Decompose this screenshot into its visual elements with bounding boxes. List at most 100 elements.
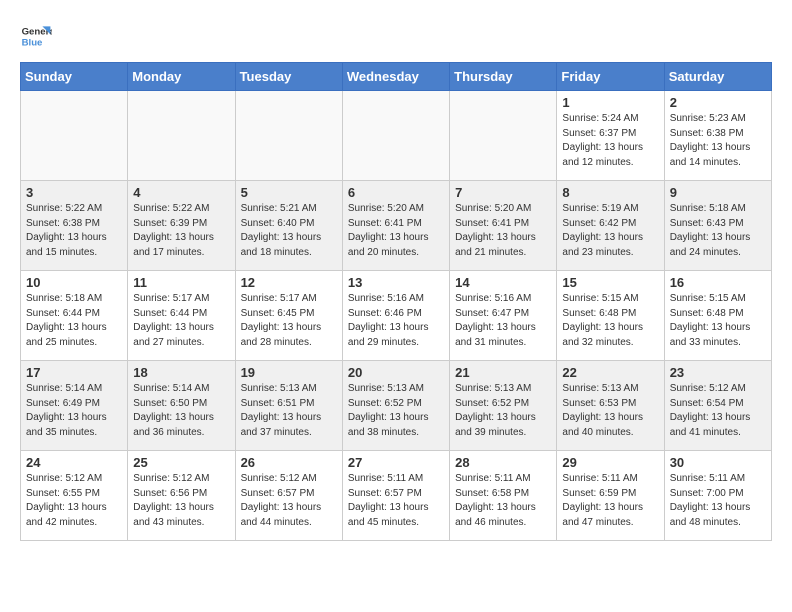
calendar-cell: 3 Sunrise: 5:22 AM Sunset: 6:38 PM Daylig… [21,181,128,271]
col-header-tuesday: Tuesday [235,63,342,91]
day-number: 29 [562,455,658,470]
col-header-saturday: Saturday [664,63,771,91]
calendar-cell: 6 Sunrise: 5:20 AM Sunset: 6:41 PM Daylig… [342,181,449,271]
day-info: Sunrise: 5:11 AM Sunset: 6:59 PM Dayligh… [562,472,658,530]
day-info: Sunrise: 5:14 AM Sunset: 6:49 PM Dayligh… [26,382,122,440]
calendar-cell: 11 Sunrise: 5:17 AM Sunset: 6:44 PM Dayli… [128,271,235,361]
col-header-thursday: Thursday [450,63,557,91]
day-number: 18 [133,365,229,380]
day-info: Sunrise: 5:15 AM Sunset: 6:48 PM Dayligh… [562,292,658,350]
day-info: Sunrise: 5:13 AM Sunset: 6:52 PM Dayligh… [348,382,444,440]
calendar-cell: 25 Sunrise: 5:12 AM Sunset: 6:56 PM Dayli… [128,451,235,541]
day-number: 11 [133,275,229,290]
day-info: Sunrise: 5:18 AM Sunset: 6:43 PM Dayligh… [670,202,766,260]
day-number: 24 [26,455,122,470]
day-number: 26 [241,455,337,470]
calendar-cell [235,91,342,181]
day-info: Sunrise: 5:22 AM Sunset: 6:38 PM Dayligh… [26,202,122,260]
day-info: Sunrise: 5:19 AM Sunset: 6:42 PM Dayligh… [562,202,658,260]
day-number: 28 [455,455,551,470]
calendar-cell [450,91,557,181]
day-number: 25 [133,455,229,470]
day-number: 13 [348,275,444,290]
day-info: Sunrise: 5:23 AM Sunset: 6:38 PM Dayligh… [670,112,766,170]
day-info: Sunrise: 5:16 AM Sunset: 6:46 PM Dayligh… [348,292,444,350]
day-number: 19 [241,365,337,380]
calendar-cell: 29 Sunrise: 5:11 AM Sunset: 6:59 PM Dayli… [557,451,664,541]
day-number: 27 [348,455,444,470]
col-header-friday: Friday [557,63,664,91]
day-number: 16 [670,275,766,290]
calendar-cell: 9 Sunrise: 5:18 AM Sunset: 6:43 PM Daylig… [664,181,771,271]
day-info: Sunrise: 5:11 AM Sunset: 6:58 PM Dayligh… [455,472,551,530]
day-info: Sunrise: 5:12 AM Sunset: 6:55 PM Dayligh… [26,472,122,530]
calendar-cell: 1Sunrise: 5:24 AM Sunset: 6:37 PM Daylig… [557,91,664,181]
day-info: Sunrise: 5:13 AM Sunset: 6:52 PM Dayligh… [455,382,551,440]
day-info: Sunrise: 5:12 AM Sunset: 6:57 PM Dayligh… [241,472,337,530]
day-number: 4 [133,185,229,200]
calendar-cell: 12 Sunrise: 5:17 AM Sunset: 6:45 PM Dayli… [235,271,342,361]
calendar-cell [342,91,449,181]
day-number: 30 [670,455,766,470]
calendar-cell: 8 Sunrise: 5:19 AM Sunset: 6:42 PM Daylig… [557,181,664,271]
calendar-cell: 16 Sunrise: 5:15 AM Sunset: 6:48 PM Dayli… [664,271,771,361]
calendar-cell [21,91,128,181]
day-info: Sunrise: 5:14 AM Sunset: 6:50 PM Dayligh… [133,382,229,440]
day-number: 20 [348,365,444,380]
calendar-table: SundayMondayTuesdayWednesdayThursdayFrid… [20,62,772,541]
day-info: Sunrise: 5:15 AM Sunset: 6:48 PM Dayligh… [670,292,766,350]
col-header-sunday: Sunday [21,63,128,91]
day-number: 9 [670,185,766,200]
day-info: Sunrise: 5:22 AM Sunset: 6:39 PM Dayligh… [133,202,229,260]
svg-text:Blue: Blue [22,38,43,49]
day-info: Sunrise: 5:17 AM Sunset: 6:44 PM Dayligh… [133,292,229,350]
calendar-cell [128,91,235,181]
calendar-cell: 4 Sunrise: 5:22 AM Sunset: 6:39 PM Daylig… [128,181,235,271]
day-info: Sunrise: 5:12 AM Sunset: 6:56 PM Dayligh… [133,472,229,530]
calendar-cell: 22 Sunrise: 5:13 AM Sunset: 6:53 PM Dayli… [557,361,664,451]
day-number: 5 [241,185,337,200]
day-info: Sunrise: 5:16 AM Sunset: 6:47 PM Dayligh… [455,292,551,350]
day-number: 21 [455,365,551,380]
day-info: Sunrise: 5:11 AM Sunset: 7:00 PM Dayligh… [670,472,766,530]
calendar-cell: 24 Sunrise: 5:12 AM Sunset: 6:55 PM Dayli… [21,451,128,541]
day-number: 17 [26,365,122,380]
day-number: 22 [562,365,658,380]
header: General Blue [20,20,772,52]
calendar-cell: 21 Sunrise: 5:13 AM Sunset: 6:52 PM Dayli… [450,361,557,451]
logo-icon: General Blue [20,20,52,52]
day-number: 15 [562,275,658,290]
calendar-cell: 5 Sunrise: 5:21 AM Sunset: 6:40 PM Daylig… [235,181,342,271]
calendar-cell: 19 Sunrise: 5:13 AM Sunset: 6:51 PM Dayli… [235,361,342,451]
day-number: 8 [562,185,658,200]
calendar-cell: 10 Sunrise: 5:18 AM Sunset: 6:44 PM Dayli… [21,271,128,361]
day-number: 14 [455,275,551,290]
day-info: Sunrise: 5:17 AM Sunset: 6:45 PM Dayligh… [241,292,337,350]
day-number: 10 [26,275,122,290]
day-info: Sunrise: 5:20 AM Sunset: 6:41 PM Dayligh… [348,202,444,260]
day-info: Sunrise: 5:13 AM Sunset: 6:53 PM Dayligh… [562,382,658,440]
calendar-cell: 26 Sunrise: 5:12 AM Sunset: 6:57 PM Dayli… [235,451,342,541]
day-number: 1 [562,95,658,110]
day-info: Sunrise: 5:13 AM Sunset: 6:51 PM Dayligh… [241,382,337,440]
day-number: 2 [670,95,766,110]
calendar-cell: 15 Sunrise: 5:15 AM Sunset: 6:48 PM Dayli… [557,271,664,361]
day-info: Sunrise: 5:11 AM Sunset: 6:57 PM Dayligh… [348,472,444,530]
day-info: Sunrise: 5:21 AM Sunset: 6:40 PM Dayligh… [241,202,337,260]
calendar-cell: 30 Sunrise: 5:11 AM Sunset: 7:00 PM Dayli… [664,451,771,541]
calendar-cell: 14 Sunrise: 5:16 AM Sunset: 6:47 PM Dayli… [450,271,557,361]
calendar-cell: 7Sunrise: 5:20 AM Sunset: 6:41 PM Daylig… [450,181,557,271]
calendar-cell: 27 Sunrise: 5:11 AM Sunset: 6:57 PM Dayli… [342,451,449,541]
calendar-cell: 20 Sunrise: 5:13 AM Sunset: 6:52 PM Dayli… [342,361,449,451]
day-number: 12 [241,275,337,290]
col-header-monday: Monday [128,63,235,91]
calendar-cell: 28 Sunrise: 5:11 AM Sunset: 6:58 PM Dayli… [450,451,557,541]
day-number: 6 [348,185,444,200]
day-number: 3 [26,185,122,200]
calendar-cell: 2 Sunrise: 5:23 AM Sunset: 6:38 PM Daylig… [664,91,771,181]
calendar-cell: 13 Sunrise: 5:16 AM Sunset: 6:46 PM Dayli… [342,271,449,361]
day-info: Sunrise: 5:18 AM Sunset: 6:44 PM Dayligh… [26,292,122,350]
day-number: 7 [455,185,551,200]
logo: General Blue [20,20,52,52]
calendar-cell: 23Sunrise: 5:12 AM Sunset: 6:54 PM Dayli… [664,361,771,451]
